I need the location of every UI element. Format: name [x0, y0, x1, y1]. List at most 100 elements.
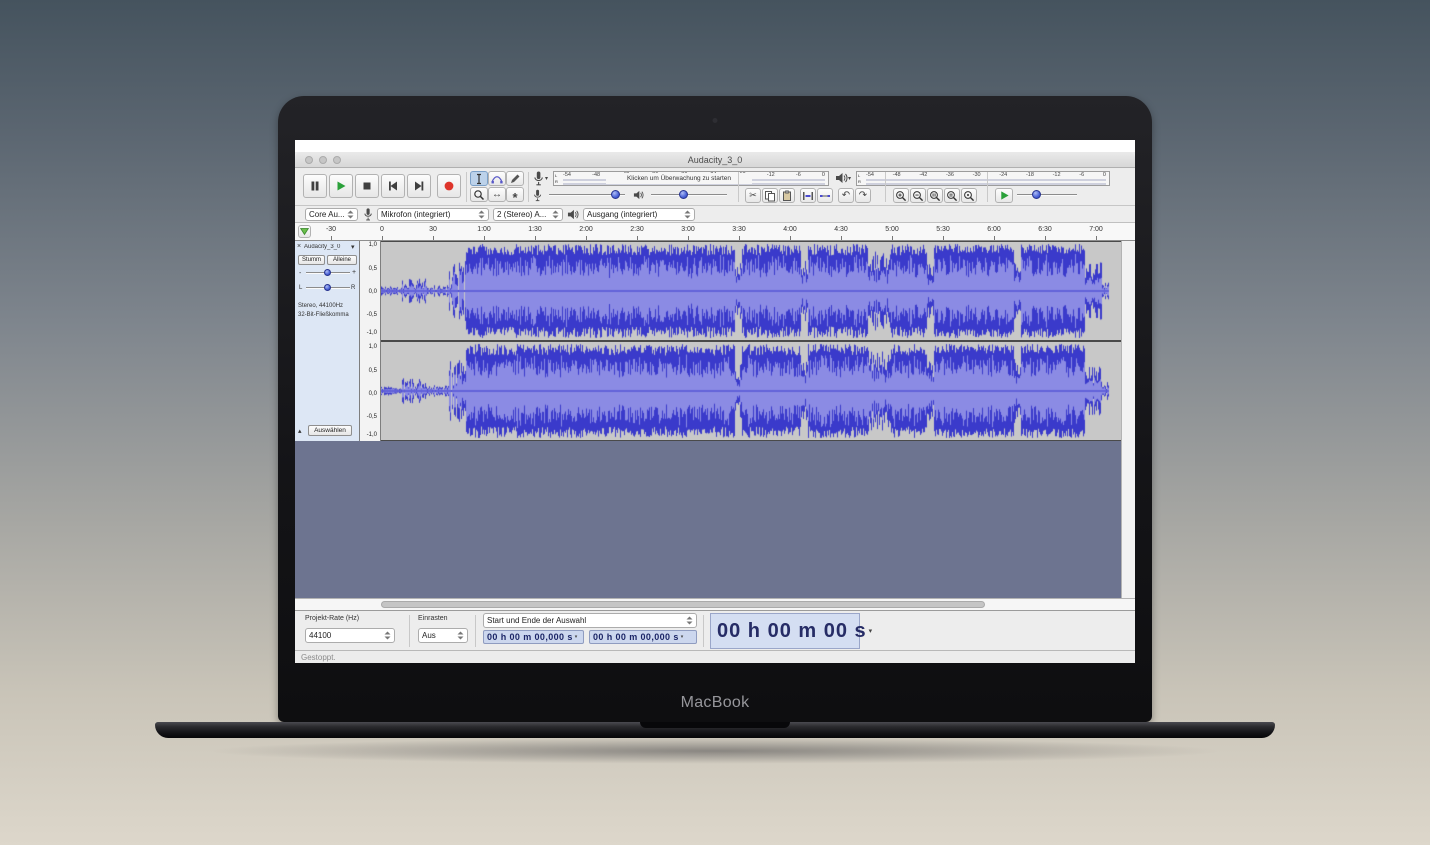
mute-button[interactable]: Stumm [298, 255, 325, 265]
draw-tool-button[interactable] [506, 171, 524, 186]
playback-volume-slider[interactable] [651, 189, 727, 200]
laptop-shadow [205, 738, 1225, 764]
waveform-left-channel[interactable] [381, 242, 1121, 340]
zoom-in-icon [895, 190, 907, 202]
playback-speed-slider[interactable] [1017, 189, 1077, 200]
timeline-label: -30 [326, 226, 336, 233]
gain-slider[interactable] [306, 267, 350, 278]
speaker-icon [633, 190, 644, 200]
toolbar-separator [466, 172, 467, 202]
timeline-label: 2:00 [579, 226, 593, 233]
zoom-tool-button[interactable] [470, 187, 488, 202]
audio-position-display[interactable]: 00 h 00 m 00 s ▾ [710, 613, 860, 649]
output-device-select[interactable]: Ausgang (integriert) [583, 208, 695, 221]
playback-meter[interactable]: LR -54-48-42-36-30-24-18-12-60 [856, 171, 1110, 186]
playback-volume-thumb[interactable] [679, 190, 688, 199]
paste-button[interactable] [779, 188, 795, 203]
horizontal-scrollbar-thumb[interactable] [381, 601, 985, 608]
silence-audio-button[interactable] [817, 188, 833, 203]
record-button[interactable] [437, 174, 461, 198]
scale-label: -1,0 [367, 330, 377, 336]
skip-to-start-button[interactable] [381, 174, 405, 198]
fit-selection-button[interactable] [927, 188, 943, 203]
zoom-in-button[interactable] [893, 188, 909, 203]
audio-host-select[interactable]: Core Au... [305, 208, 358, 221]
spinner-caret-icon[interactable]: ▾ [681, 634, 684, 640]
fit-project-button[interactable] [944, 188, 960, 203]
trim-audio-button[interactable] [800, 188, 816, 203]
vertical-scale-ruler[interactable]: 1,0 0,5 0,0 -0,5 -1,0 1,0 0,5 0,0 -0,5 -… [360, 241, 381, 441]
horizontal-scrollbar[interactable] [295, 598, 1135, 610]
multi-tool-icon: * [512, 191, 517, 204]
scale-label: 0,5 [369, 266, 377, 272]
timeline-label: 4:00 [783, 226, 797, 233]
selection-end-field[interactable]: 00 h 00 m 00,000 s ▾ [589, 630, 697, 644]
selection-end-value: 00 h 00 m 00,000 s [593, 632, 679, 642]
track-close-button[interactable]: × [297, 243, 301, 250]
project-rate-select[interactable]: 44100 [305, 628, 395, 643]
timeline-label: 4:30 [834, 226, 848, 233]
selection-start-field[interactable]: 00 h 00 m 00,000 s ▾ [483, 630, 584, 644]
recording-meter[interactable]: LR -54-48-42-36-30-24-18-12-60 Klicken u… [553, 171, 829, 186]
input-device-select[interactable]: Mikrofon (integriert) [377, 208, 489, 221]
timeshift-tool-button[interactable]: ↔ [488, 187, 506, 202]
pause-button[interactable] [303, 174, 327, 198]
scale-label: 1,0 [369, 344, 377, 350]
solo-button[interactable]: Alleine [327, 255, 357, 265]
scale-label: 0,0 [369, 289, 377, 295]
track-bitdepth-info: 32-Bit-Fließkomma [298, 312, 349, 318]
zoom-out-button[interactable] [910, 188, 926, 203]
window-titlebar[interactable]: Audacity_3_0 [295, 152, 1135, 168]
meter-menu-caret-icon: ▾ [848, 176, 851, 182]
zoom-toggle-button[interactable] [961, 188, 977, 203]
scale-tick-label: -6 [1079, 172, 1084, 178]
envelope-tool-button[interactable] [488, 171, 506, 186]
gain-max-label: + [352, 269, 356, 276]
spinner-caret-icon[interactable]: ▾ [869, 627, 874, 635]
timeline-ruler[interactable]: -30 0 30 1:00 1:30 2:00 2:30 3:00 3:30 4… [295, 223, 1135, 241]
track-control-panel[interactable]: × Audacity_3_0 ▾ Stumm Alleine - + L [295, 241, 360, 441]
cut-button[interactable]: ✂ [745, 188, 761, 203]
monitoring-hint[interactable]: Klicken um Überwachung zu starten [606, 173, 752, 184]
toolbar-separator [528, 172, 529, 202]
vertical-scrollbar[interactable] [1121, 241, 1135, 598]
skip-to-end-button[interactable] [407, 174, 431, 198]
toolbar-separator [475, 615, 476, 647]
selection-tool-button[interactable] [470, 171, 488, 186]
timeline-label: 5:30 [936, 226, 950, 233]
timeline-options-button[interactable] [298, 225, 311, 238]
recording-volume-slider[interactable] [549, 189, 625, 200]
recording-volume-thumb[interactable] [611, 190, 620, 199]
pan-slider[interactable] [306, 282, 350, 293]
timeline-label: 5:00 [885, 226, 899, 233]
gain-thumb[interactable] [324, 269, 331, 276]
meter-bar [866, 183, 1106, 185]
snap-select[interactable]: Aus [418, 628, 468, 643]
undo-button[interactable]: ↶ [838, 188, 854, 203]
select-track-button[interactable]: Auswählen [308, 425, 352, 436]
pan-thumb[interactable] [324, 284, 331, 291]
toolbar-separator [987, 172, 988, 202]
scale-label: 1,0 [369, 242, 377, 248]
play-button[interactable] [329, 174, 353, 198]
stop-button[interactable] [355, 174, 379, 198]
copy-button[interactable] [762, 188, 778, 203]
output-device-value: Ausgang (integriert) [587, 210, 684, 219]
multi-tool-button[interactable]: * [506, 187, 524, 202]
collapse-track-button[interactable]: ▴ [298, 427, 302, 435]
snap-value: Aus [422, 631, 457, 640]
track-menu-button[interactable]: ▾ [351, 243, 355, 251]
waveform-right-channel[interactable] [381, 342, 1121, 440]
playback-speed-thumb[interactable] [1032, 190, 1041, 199]
scale-tick-label: -36 [946, 172, 954, 178]
input-channels-select[interactable]: 2 (Stereo) A... [493, 208, 563, 221]
redo-button[interactable]: ↷ [855, 188, 871, 203]
copy-icon [764, 190, 776, 202]
stereo-track-clip[interactable] [381, 241, 1121, 441]
play-at-speed-button[interactable] [995, 188, 1013, 203]
spinner-caret-icon[interactable]: ▾ [575, 634, 578, 640]
meter-right-label: R [858, 179, 861, 185]
selection-format-select[interactable]: Start und Ende der Auswahl [483, 613, 697, 628]
scale-tick-label: -42 [919, 172, 927, 178]
play-icon [335, 180, 347, 192]
